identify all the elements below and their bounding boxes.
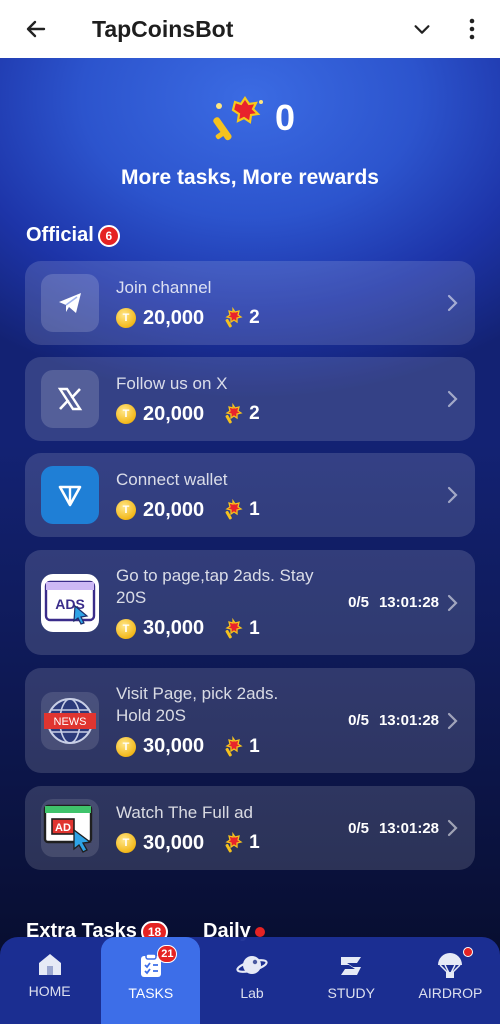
- coin-reward: 20,000: [143, 402, 205, 425]
- key-reward-icon: [225, 307, 243, 328]
- golden-key-icon: [213, 96, 263, 141]
- chevron-right-icon: [447, 294, 458, 312]
- news-globe-icon: NEWS: [41, 691, 99, 750]
- official-count-badge: 6: [97, 224, 120, 247]
- key-reward: 1: [249, 735, 260, 757]
- task-name: Follow us on X: [116, 373, 228, 393]
- chevron-right-icon: [447, 594, 458, 611]
- key-reward-icon: [225, 403, 243, 424]
- nav-lab[interactable]: Lab: [202, 937, 301, 1024]
- bottom-navigation: HOME 21 TASKS Lab STUDY AIRDROP: [0, 937, 500, 1024]
- nav-tasks[interactable]: 21 TASKS: [101, 937, 201, 1024]
- hero-subtitle: More tasks, More rewards: [121, 166, 379, 189]
- key-reward-icon: [225, 832, 243, 853]
- task-timer: 13:01:28: [378, 594, 439, 611]
- chevron-right-icon: [447, 486, 458, 504]
- airdrop-icon: [438, 953, 463, 978]
- task-progress: 0/5: [348, 819, 369, 837]
- coin-reward: 20,000: [143, 498, 205, 521]
- tasks-count-badge: 21: [157, 945, 178, 963]
- coin-icon: T: [116, 736, 136, 757]
- chevron-right-icon: [447, 712, 458, 729]
- tasks-screen: 0 More tasks, More rewards Official 6 Jo…: [0, 58, 500, 1024]
- nav-label: Lab: [240, 985, 264, 1001]
- chevron-right-icon: [447, 390, 458, 408]
- telegram-icon: [41, 274, 99, 332]
- task-name: Connect wallet: [116, 469, 228, 489]
- task-action: [439, 485, 459, 505]
- svg-text:AD: AD: [55, 822, 71, 834]
- task-action: [439, 293, 459, 313]
- ton-wallet-icon: [41, 466, 99, 524]
- airdrop-dot: [462, 947, 473, 957]
- coin-icon: T: [116, 618, 136, 639]
- key-reward: 1: [249, 499, 260, 520]
- task-action: 0/5 13:01:28: [348, 818, 459, 838]
- task-name: Join channel: [116, 277, 212, 297]
- task-card-join-channel[interactable]: Join channel T 20,000 2: [25, 261, 475, 345]
- svg-text:ADS: ADS: [55, 596, 85, 612]
- nav-label: STUDY: [327, 985, 375, 1001]
- key-reward-icon: [225, 735, 243, 756]
- lab-planet-icon: [236, 956, 268, 974]
- task-name: Watch The Full ad: [116, 802, 254, 822]
- task-card-ads-stay[interactable]: ADS Go to page,tap 2ads. Stay 20S T 30,0…: [25, 550, 475, 655]
- home-icon: [38, 954, 61, 975]
- coin-reward: 30,000: [143, 735, 205, 757]
- daily-dot: [254, 926, 265, 937]
- task-card-follow-x[interactable]: Follow us on X T 20,000 2: [25, 357, 475, 441]
- task-action: 0/5 13:01:28: [348, 711, 459, 731]
- task-card-news-hold[interactable]: NEWS Visit Page, pick 2ads. Hold 20S T 3…: [25, 668, 475, 773]
- task-name: Go to page,tap 2ads. Stay 20S: [116, 566, 314, 607]
- coin-reward: 30,000: [143, 831, 205, 854]
- nav-airdrop[interactable]: AIRDROP: [401, 937, 500, 1024]
- task-card-watch-ad[interactable]: AD Watch The Full ad T 30,000 1 0/5 13:0…: [25, 786, 475, 870]
- task-timer: 13:01:28: [378, 819, 439, 837]
- task-card-connect-wallet[interactable]: Connect wallet T 20,000 1: [25, 453, 475, 537]
- kebab-menu-icon[interactable]: [462, 11, 482, 47]
- nav-label: TASKS: [128, 985, 174, 1001]
- task-progress: 0/5: [348, 712, 369, 729]
- chevron-right-icon: [447, 819, 458, 837]
- nav-label: AIRDROP: [418, 985, 483, 1001]
- task-action: [439, 389, 459, 409]
- official-section-title: Official 6: [26, 224, 120, 247]
- coin-reward: 20,000: [143, 306, 205, 329]
- key-reward-icon: [225, 499, 243, 520]
- coin-icon: T: [116, 833, 136, 853]
- key-reward: 2: [249, 403, 260, 424]
- key-balance: 0: [0, 86, 500, 150]
- key-reward: 2: [249, 307, 260, 328]
- official-label: Official: [26, 224, 94, 246]
- key-reward: 1: [249, 617, 260, 639]
- top-app-bar: TapCoinsBot: [0, 0, 500, 58]
- nav-label: HOME: [28, 983, 71, 999]
- nav-home[interactable]: HOME: [0, 937, 99, 1024]
- svg-text:NEWS: NEWS: [54, 716, 87, 728]
- key-reward: 1: [249, 832, 260, 853]
- key-reward-icon: [225, 617, 243, 638]
- study-icon: [341, 957, 362, 975]
- nav-study[interactable]: STUDY: [302, 937, 401, 1024]
- ad-screen-icon: AD: [41, 799, 99, 857]
- coin-icon: T: [116, 500, 136, 520]
- task-progress: 0/5: [348, 594, 369, 611]
- coin-reward: 30,000: [143, 617, 205, 639]
- x-logo-icon: [41, 370, 99, 428]
- ads-icon: ADS: [41, 573, 99, 632]
- back-arrow-icon[interactable]: [18, 11, 54, 47]
- app-title: TapCoinsBot: [92, 15, 234, 42]
- task-name: Visit Page, pick 2ads. Hold 20S: [116, 684, 279, 725]
- coin-icon: T: [116, 404, 136, 424]
- key-count: 0: [274, 97, 296, 138]
- coin-icon: T: [116, 308, 136, 328]
- task-action: 0/5 13:01:28: [348, 593, 459, 613]
- chevron-down-icon[interactable]: [404, 11, 440, 47]
- task-timer: 13:01:28: [378, 712, 439, 729]
